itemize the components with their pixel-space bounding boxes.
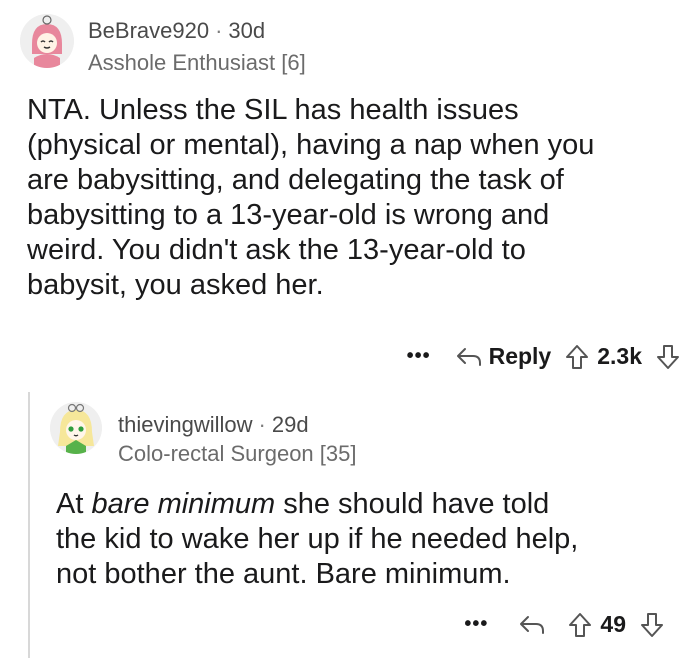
reply-button[interactable]: Reply — [455, 343, 552, 370]
comment-actions: ••• 49 — [464, 611, 664, 638]
comment-line: the kid to wake her up if he needed help… — [56, 523, 579, 555]
username[interactable]: BeBrave920 — [88, 18, 209, 43]
more-options-icon[interactable]: ••• — [407, 345, 431, 368]
comment-age: 30d — [228, 18, 266, 43]
reply-arrow-icon — [518, 613, 546, 637]
upvote-arrow-icon — [568, 612, 592, 638]
username-line: BeBrave920 · 30d — [88, 18, 265, 44]
comment-thievingwillow: thievingwillow · 29d Colo-rectal Surgeon [… — [0, 380, 700, 658]
downvote-arrow-icon — [656, 344, 680, 370]
reply-arrow-icon — [455, 345, 483, 369]
comment-body: NTA. Unless the SIL has health issues (p… — [27, 93, 594, 303]
username-line: thievingwillow · 29d — [118, 412, 309, 438]
avatar-illustration — [50, 402, 102, 454]
comment-body: At bare minimum she should have told the… — [56, 487, 578, 592]
avatar-illustration — [20, 14, 74, 68]
user-flair: Asshole Enthusiast [6] — [88, 50, 306, 75]
comment-line: not bother the aunt. Bare minimum. — [56, 558, 511, 590]
upvote-arrow-icon — [565, 344, 589, 370]
username[interactable]: thievingwillow — [118, 412, 253, 437]
user-avatar[interactable] — [50, 402, 102, 454]
user-flair: Colo-rectal Surgeon [35] — [118, 441, 357, 466]
comment-text: At — [56, 488, 92, 520]
separator-dot: · — [258, 412, 266, 437]
comment-text: she should have told — [275, 488, 550, 520]
comment-line: NTA. Unless the SIL has health issues — [27, 94, 519, 126]
emphasized-text: bare minimum — [91, 488, 276, 520]
user-avatar[interactable] — [20, 14, 74, 68]
downvote-arrow-icon — [640, 612, 664, 638]
upvote-button[interactable] — [565, 344, 589, 370]
comment-line: babysit, you asked her. — [27, 269, 324, 301]
vote-score: 2.3k — [597, 343, 642, 369]
more-options-icon[interactable]: ••• — [464, 613, 488, 636]
comment-bebrave920: BeBrave920 · 30d Asshole Enthusiast [6] NT… — [0, 0, 700, 380]
downvote-button[interactable] — [656, 344, 680, 370]
vote-score: 49 — [600, 611, 626, 637]
reply-button[interactable] — [518, 613, 546, 637]
comment-line: (physical or mental), having a nap when … — [27, 129, 595, 161]
comment-line: At bare minimum she should have told — [56, 487, 578, 522]
reply-label: Reply — [488, 343, 552, 369]
comment-age: 29d — [271, 412, 309, 437]
comment-line: are babysitting, and delegating the task… — [27, 164, 564, 196]
upvote-button[interactable] — [568, 612, 592, 638]
comment-actions: ••• Reply 2.3k — [407, 343, 680, 370]
separator-dot: · — [215, 18, 223, 43]
comment-line: babysitting to a 13-year-old is wrong an… — [27, 199, 550, 231]
comment-line: weird. You didn't ask the 13-year-old to — [27, 234, 526, 266]
downvote-button[interactable] — [640, 612, 664, 638]
